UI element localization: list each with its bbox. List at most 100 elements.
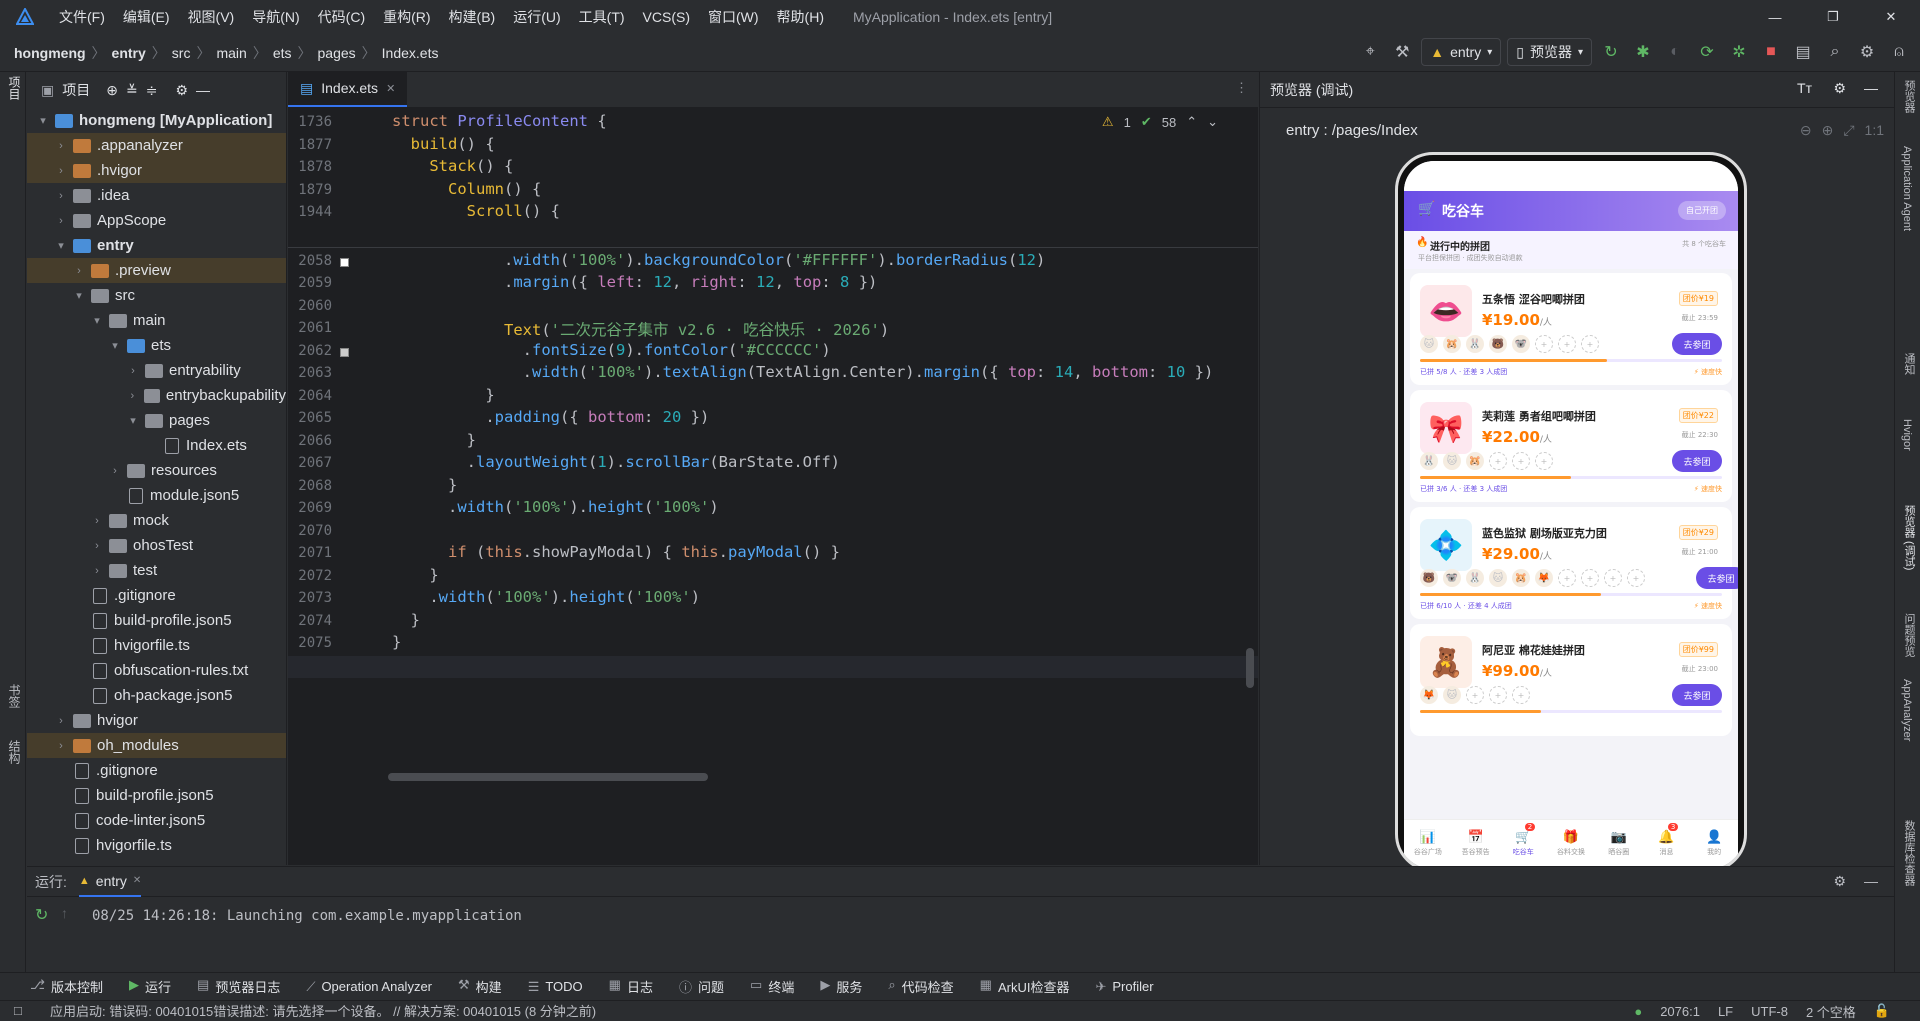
chevron-down-icon[interactable]: ▾ [53,239,69,252]
menu-item[interactable]: 代码(C) [309,0,374,34]
tree-item[interactable]: build-profile.json5 [27,783,286,808]
zoom-in-icon[interactable]: ⊕ [1822,122,1834,139]
close-tab-icon[interactable]: ✕ [386,82,395,95]
search-icon[interactable]: ⌕ [1822,38,1848,66]
group-card[interactable]: 🧸 阿尼亚 棉花娃娃拼团 ¥99.00/人 团价¥99 截止 23:00 🦊 🐱 + + + 去参团 [1410,624,1732,736]
menu-item[interactable]: 重构(R) [374,0,439,34]
locate-icon[interactable]: ⊕ [106,82,118,99]
chevron-right-icon[interactable]: › [125,365,141,377]
chevron-right-icon[interactable]: › [53,165,69,177]
right-tool-button[interactable]: Application Agent [1901,146,1913,231]
status-message[interactable]: 应用启动: 错误码: 00401015错误描述: 请先选择一个设备。 // 解决… [50,1001,596,1020]
device-manager-icon[interactable]: ▤ [1790,38,1816,66]
tree-item[interactable]: › .appanalyzer [27,133,286,158]
join-group-button[interactable]: 去参团 [1696,567,1738,589]
tabbar-item[interactable]: 📅 吾谷预告 [1452,820,1500,867]
menu-item[interactable]: 视图(V) [179,0,244,34]
tree-item[interactable]: ▾ ets [27,333,286,358]
profile-icon[interactable]: ◐ [1662,38,1688,66]
chevron-right-icon[interactable]: › [89,540,105,552]
horizontal-scrollbar[interactable] [388,773,708,781]
chevron-right-icon[interactable]: › [89,515,105,527]
bottom-tool-tab[interactable]: ▭ 终端 [750,977,794,996]
chevron-right-icon[interactable]: › [71,265,87,277]
bottom-tool-tab[interactable]: ▦ ArkUI检查器 [980,977,1070,996]
stop-icon[interactable]: ■ [1758,38,1784,66]
breadcrumb-item[interactable]: hongmeng [14,45,86,61]
menu-item[interactable]: 文件(F) [50,0,114,34]
run-config-select[interactable]: ▲ entry ▾ [1421,38,1502,66]
line-separator[interactable]: LF [1718,1004,1733,1019]
tree-item[interactable]: hvigorfile.ts [27,633,286,658]
bottom-tool-tab[interactable]: ▶ 服务 [820,977,862,996]
color-swatch[interactable] [340,257,349,267]
bookmarks-tool-button[interactable]: 书签 [6,684,23,708]
tabbar-item[interactable]: 👤 我的 [1690,820,1738,867]
menu-item[interactable]: 窗口(W) [699,0,768,34]
tabbar-item[interactable]: 🛒 吃谷车 2 [1499,820,1547,867]
rerun-icon[interactable]: ↻ [1598,38,1624,66]
join-group-button[interactable]: 去参团 [1672,333,1722,355]
minimize-icon[interactable]: — [1746,0,1804,34]
start-group-button[interactable]: 自己开团 [1678,201,1726,220]
file-encoding[interactable]: UTF-8 [1751,1004,1788,1019]
tree-item[interactable]: .gitignore [27,758,286,783]
chevron-right-icon[interactable]: › [107,465,123,477]
bottom-tool-tab[interactable]: ⟋ Operation Analyzer [306,979,432,995]
tree-item[interactable]: obfuscation-rules.txt [27,658,286,683]
settings-icon[interactable]: ⚙ [1833,873,1846,890]
tree-item[interactable]: › .idea [27,183,286,208]
chevron-down-icon[interactable]: ▾ [71,289,87,302]
join-group-button[interactable]: 去参团 [1672,450,1722,472]
unlock-icon[interactable]: 🔓 [1874,1003,1890,1019]
breadcrumb-item[interactable]: pages [318,45,356,61]
right-tool-button[interactable]: 通知 [1901,353,1917,375]
tree-item[interactable]: .gitignore [27,583,286,608]
chevron-right-icon[interactable]: › [53,190,69,202]
chevron-up-icon[interactable]: ⌃ [1186,114,1197,130]
tree-item[interactable]: › ohosTest [27,533,286,558]
debug-icon[interactable]: ✱ [1630,38,1656,66]
tree-item[interactable]: Index.ets [27,433,286,458]
inspection-widget[interactable]: ⚠ 1 ✔ 58 ⌃ ⌄ [1102,114,1218,130]
tabbar-item[interactable]: 📊 谷谷广场 [1404,820,1452,867]
close-icon[interactable]: ✕ [1862,0,1920,34]
group-card[interactable]: 👄 五条悟 涩谷吧唧拼团 ¥19.00/人 团价¥19 截止 23:59 🐱 🐹 🐰 🐻 🐨 + + +… [1410,273,1732,385]
bottom-tool-tab[interactable]: ⓘ 问题 [679,977,724,996]
tree-item[interactable]: › oh_modules [27,733,286,758]
project-tool-button[interactable]: 项目 [6,76,23,100]
bottom-tool-tab[interactable]: ▦ 日志 [609,977,653,996]
tree-item[interactable]: ▾ hongmeng [MyApplication] [27,108,286,133]
hide-panel-icon[interactable]: — [1864,80,1878,96]
hammer-icon[interactable]: ⚒ [1389,38,1415,66]
target-icon[interactable]: ⌖ [1357,38,1383,66]
project-panel-title[interactable]: 项目 [62,80,90,100]
font-size-icon[interactable]: Tт [1797,80,1812,96]
tree-item[interactable]: module.json5 [27,483,286,508]
bottom-tool-tab[interactable]: ▶ 运行 [129,977,171,996]
bottom-tool-tab[interactable]: ⎇ 版本控制 [30,977,103,996]
bottom-tool-tab[interactable]: ▤ 预览器日志 [197,977,280,996]
tree-item[interactable]: ▾ src [27,283,286,308]
menu-item[interactable]: 帮助(H) [768,0,833,34]
more-tabs-icon[interactable]: ⋮ [1235,80,1248,96]
breadcrumb-item[interactable]: src [172,45,191,61]
right-tool-button[interactable]: 预览器 (调试) [1901,505,1917,570]
zoom-out-icon[interactable]: ⊖ [1800,122,1812,139]
tree-item[interactable]: › entryability [27,358,286,383]
device-select[interactable]: ▯ 预览器 ▾ [1507,38,1592,66]
tree-item[interactable]: ▾ main [27,308,286,333]
tree-item[interactable]: ▾ pages [27,408,286,433]
code-editor[interactable]: 2057205820592060206120622063206420652066… [288,108,1258,865]
chevron-right-icon[interactable]: › [53,715,69,727]
chevron-right-icon[interactable]: › [89,565,105,577]
chevron-down-icon[interactable]: ▾ [125,414,141,427]
bottom-tool-tab[interactable]: ☰ TODO [528,979,583,995]
chevron-down-icon[interactable]: ▾ [107,339,123,352]
tree-item[interactable]: › test [27,558,286,583]
tree-item[interactable]: › resources [27,458,286,483]
vertical-scrollbar[interactable] [1246,648,1254,688]
status-toggle-icon[interactable]: □ [14,1003,22,1018]
color-swatch[interactable] [340,347,349,357]
tree-item[interactable]: build-profile.json5 [27,608,286,633]
